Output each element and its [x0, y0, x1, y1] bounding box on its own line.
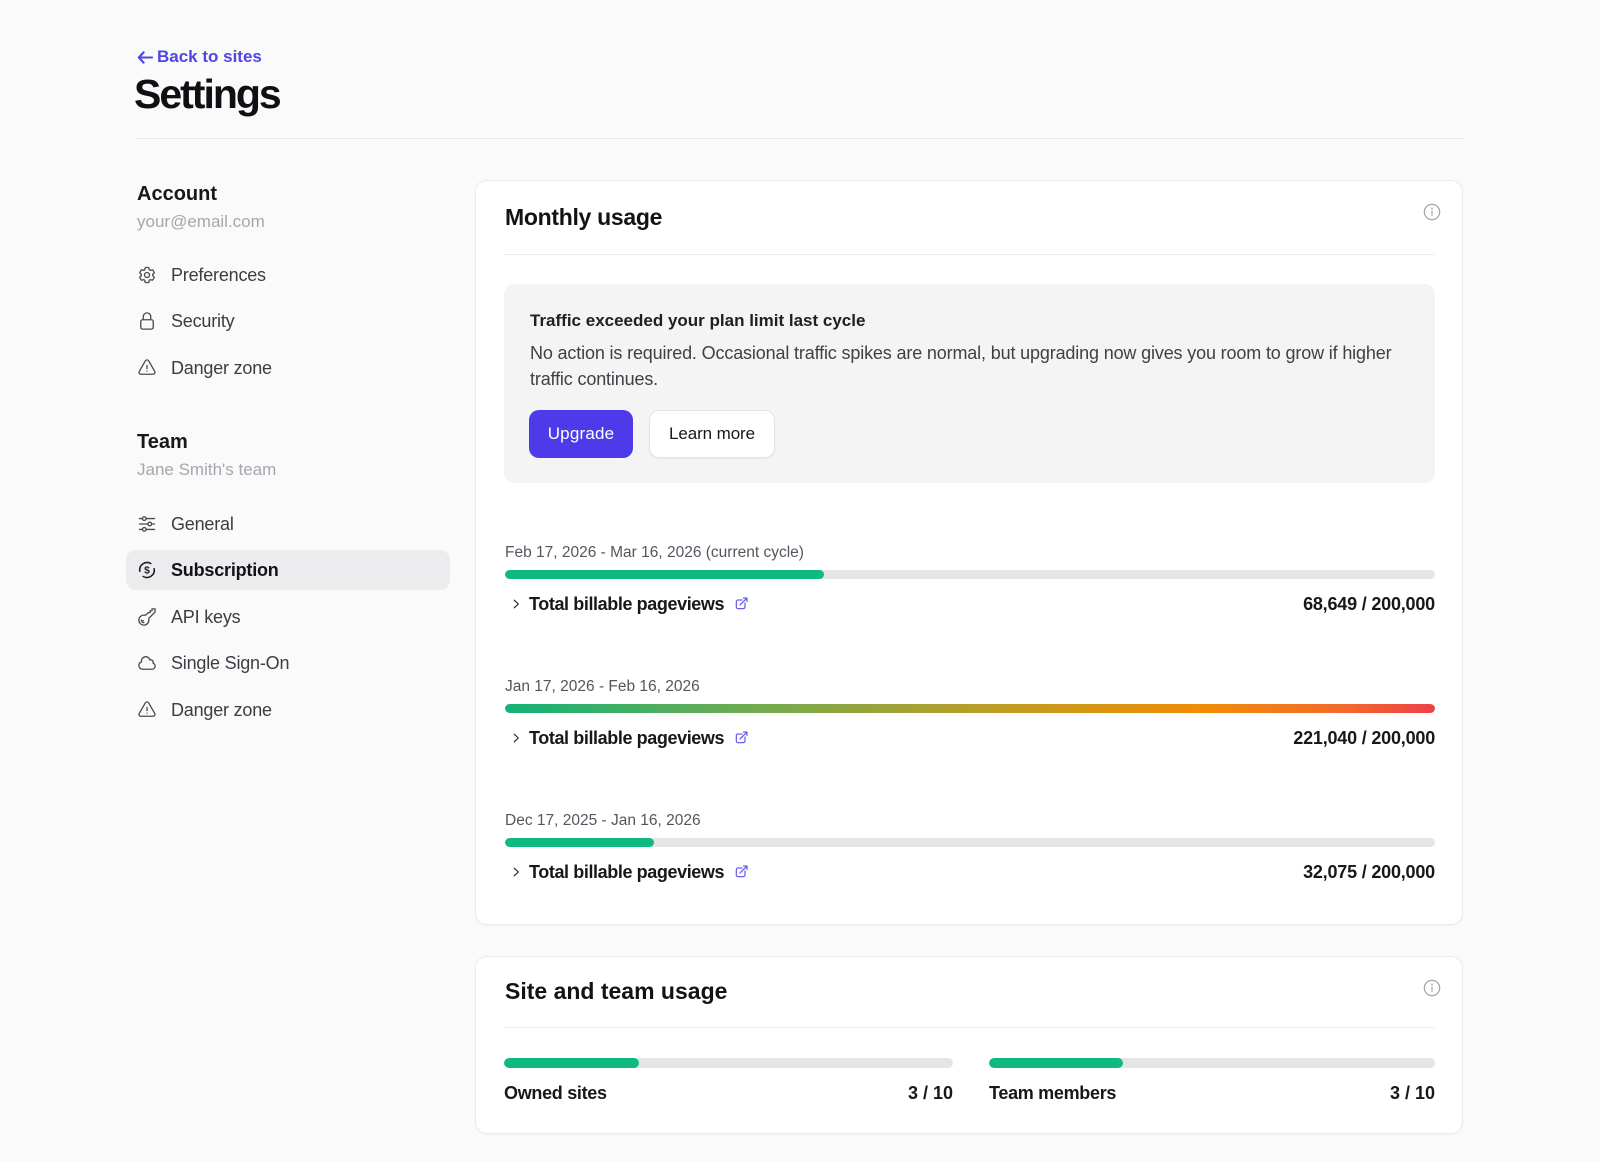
- svg-text:$: $: [144, 566, 150, 577]
